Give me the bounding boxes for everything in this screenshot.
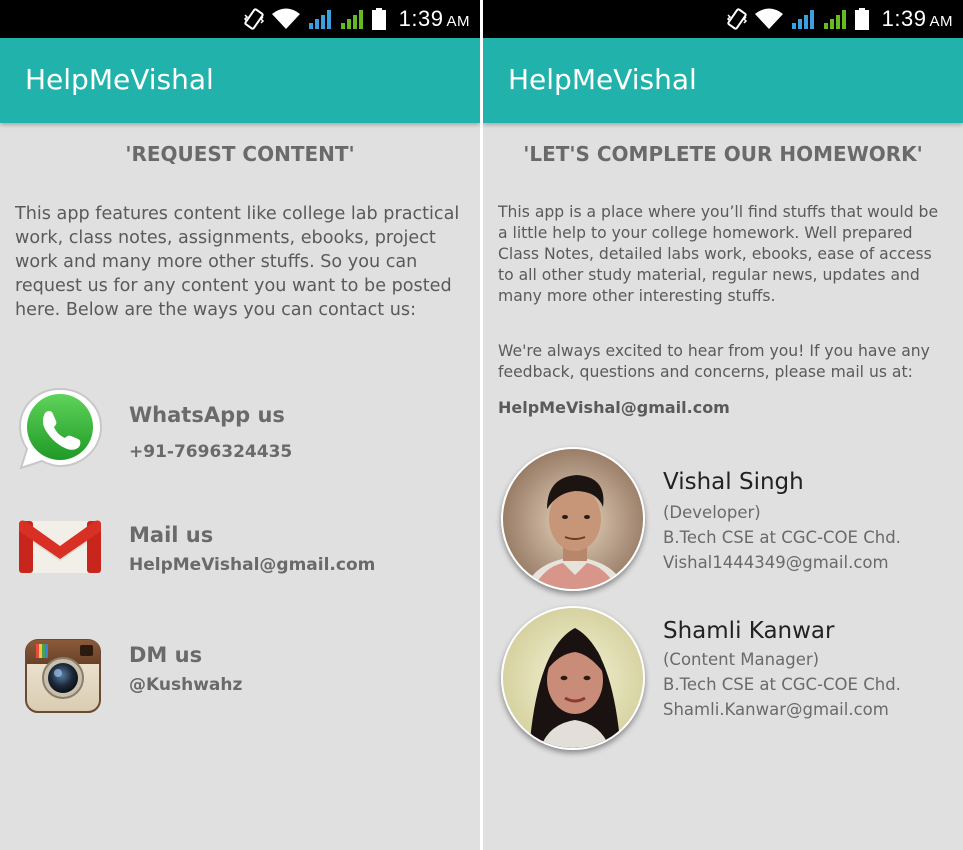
vibrate-icon bbox=[243, 7, 265, 31]
feedback-text: We're always excited to hear from you! I… bbox=[498, 342, 930, 381]
contact-value[interactable]: +91-7696324435 bbox=[129, 442, 292, 462]
clock: 1:39 AM bbox=[881, 6, 953, 31]
wifi-icon bbox=[271, 7, 301, 31]
gmail-icon bbox=[15, 513, 105, 603]
contact-label: DM us bbox=[129, 643, 203, 667]
wifi-icon bbox=[754, 7, 784, 31]
status-bar: 1:39 AM bbox=[483, 0, 963, 38]
page-heading: 'REQUEST CONTENT' bbox=[125, 142, 355, 166]
app-title: HelpMeVishal bbox=[508, 63, 697, 96]
clock: 1:39 AM bbox=[398, 6, 470, 31]
app-bar: HelpMeVishal bbox=[0, 38, 480, 123]
app-title: HelpMeVishal bbox=[25, 63, 214, 96]
battery-icon bbox=[854, 7, 870, 31]
signal-icon-green bbox=[822, 7, 848, 31]
contact-value[interactable]: @Kushwahz bbox=[129, 675, 242, 695]
intro-text: This app is a place where you’ll find st… bbox=[498, 203, 939, 305]
request-content-screen: 1:39 AM HelpMeVishal 'REQUEST CONTENT' Th… bbox=[0, 0, 480, 850]
contact-value[interactable]: HelpMeVishal@gmail.com bbox=[129, 555, 375, 575]
contact-label: WhatsApp us bbox=[129, 403, 285, 427]
page-heading: 'LET'S COMPLETE OUR HOMEWORK' bbox=[523, 142, 923, 166]
member-email[interactable]: Vishal1444349@gmail.com bbox=[663, 553, 889, 572]
battery-icon bbox=[371, 7, 387, 31]
member-email[interactable]: Shamli.Kanwar@gmail.com bbox=[663, 700, 889, 719]
instagram-icon bbox=[24, 638, 114, 728]
member-education: B.Tech CSE at CGC-COE Chd. bbox=[663, 528, 901, 547]
member-role: (Content Manager) bbox=[663, 650, 820, 669]
member-name: Vishal Singh bbox=[663, 469, 804, 495]
whatsapp-icon bbox=[15, 385, 105, 475]
member-education: B.Tech CSE at CGC-COE Chd. bbox=[663, 675, 901, 694]
signal-icon-green bbox=[339, 7, 365, 31]
avatar bbox=[501, 606, 645, 750]
member-role: (Developer) bbox=[663, 503, 761, 522]
contact-label: Mail us bbox=[129, 523, 214, 547]
signal-icon-blue bbox=[307, 7, 333, 31]
vibrate-icon bbox=[726, 7, 748, 31]
intro-text: This app features content like college l… bbox=[15, 204, 460, 320]
member-name: Shamli Kanwar bbox=[663, 618, 835, 644]
avatar bbox=[501, 447, 645, 591]
status-bar: 1:39 AM bbox=[0, 0, 480, 38]
app-bar: HelpMeVishal bbox=[483, 38, 963, 123]
about-screen: 1:39 AM HelpMeVishal 'LET'S COMPLETE OUR … bbox=[483, 0, 963, 850]
contact-email[interactable]: HelpMeVishal@gmail.com bbox=[498, 398, 730, 417]
signal-icon-blue bbox=[790, 7, 816, 31]
